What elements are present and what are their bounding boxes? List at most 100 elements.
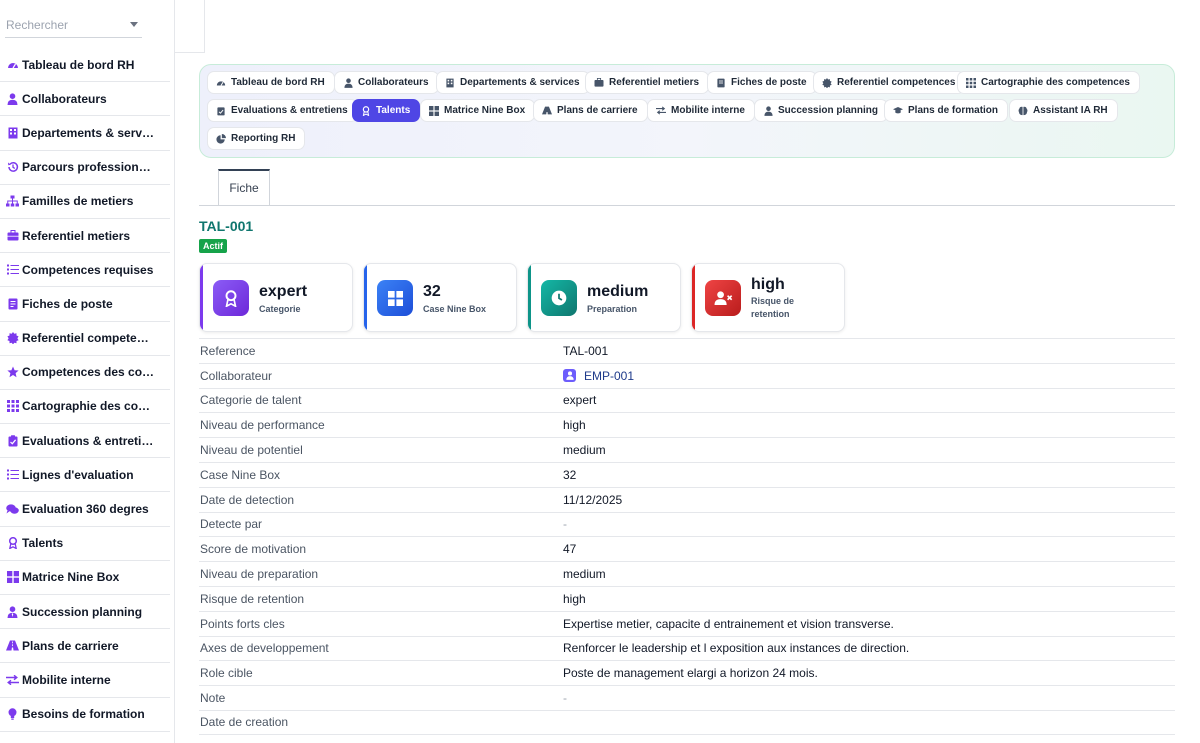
tab-departements[interactable]: Departements & services [436, 71, 590, 94]
sidebar-item-label: Cartographie des co… [22, 399, 151, 414]
sidebar-item-talents[interactable]: Talents [0, 527, 170, 561]
tab-fiche[interactable]: Fiche [218, 169, 270, 205]
sidebar-item-referentiel-metiers[interactable]: Referentiel metiers [0, 219, 170, 254]
briefcase-icon [594, 78, 604, 88]
building-icon [6, 126, 19, 139]
grid-icon [966, 77, 976, 88]
kpi-caption: Preparation [587, 304, 638, 314]
search-select[interactable]: Rechercher [5, 12, 142, 38]
tab-label: Referentiel metiers [609, 77, 700, 88]
sidebar-item-evaluations[interactable]: Evaluations & entreti… [0, 424, 170, 459]
tab-assistant-ia[interactable]: Assistant IA RH [1009, 99, 1118, 122]
tab-evaluations[interactable]: Evaluations & entretiens [207, 99, 358, 122]
detail-row-risque-retention: Risque de retention high [199, 585, 1175, 611]
list-icon [6, 263, 19, 276]
clipboard-icon [216, 106, 226, 116]
collaborateur-link[interactable]: EMP-001 [563, 369, 634, 383]
certificate-icon [822, 77, 832, 88]
sidebar-item-matrice-nine-box[interactable]: Matrice Nine Box [0, 561, 170, 595]
detail-row-potentiel: Niveau de potentiel medium [199, 437, 1175, 462]
detail-row-axes-developpement: Axes de developpement Renforcer le leader… [199, 635, 1175, 661]
field-label: Niveau de potentiel [200, 443, 303, 458]
field-label: Date de detection [200, 492, 295, 507]
sidebar-item-succession-planning[interactable]: Succession planning [0, 595, 170, 630]
field-label: Collaborateur [200, 368, 273, 383]
tab-label: Referentiel competences [837, 77, 956, 88]
tab-referentiel-competences[interactable]: Referentiel competences [813, 71, 966, 94]
sidebar-item-tableau-de-bord[interactable]: Tableau de bord RH [0, 48, 170, 83]
tab-label: Departements & services [460, 77, 580, 88]
field-value: - [563, 517, 567, 532]
tab-fiches-poste[interactable]: Fiches de poste [707, 71, 817, 94]
sitemap-icon [6, 195, 19, 208]
detail-row-motivation: Score de motivation 47 [199, 536, 1175, 561]
tab-mobilite-interne[interactable]: Mobilite interne [647, 99, 755, 122]
record-title: TAL-001 [199, 218, 254, 234]
field-label: Reference [200, 343, 256, 358]
field-label: Date de creation [200, 715, 289, 730]
tab-label: Cartographie des competences [981, 77, 1130, 88]
sidebar-item-collaborateurs[interactable]: Collaborateurs [0, 82, 170, 117]
tab-label: Matrice Nine Box [444, 105, 526, 116]
search-placeholder: Rechercher [6, 17, 69, 32]
sidebar-item-plans-carriere[interactable]: Plans de carriere [0, 629, 170, 664]
user-icon [343, 77, 353, 88]
tab-label: Plans de formation [908, 105, 999, 116]
sidebar-item-parcours[interactable]: Parcours profession… [0, 151, 170, 185]
field-label: Axes de developpement [200, 641, 329, 656]
sidebar-item-lignes-evaluation[interactable]: Lignes d'evaluation [0, 458, 170, 493]
user-x-icon [705, 280, 741, 316]
field-label: Role cible [200, 666, 253, 681]
tab-label: Mobilite interne [671, 105, 745, 116]
detail-row-date-creation: Date de creation [199, 709, 1175, 735]
tab-plans-carriere[interactable]: Plans de carriere [533, 99, 648, 122]
tab-succession-planning[interactable]: Succession planning [754, 99, 889, 122]
sidebar-item-competences-requises[interactable]: Competences requises [0, 253, 170, 288]
sidebar-item-label: Succession planning [22, 604, 143, 619]
tab-matrice-nine-box[interactable]: Matrice Nine Box [420, 99, 536, 122]
tab-collaborateurs[interactable]: Collaborateurs [334, 71, 439, 94]
tab-label: Evaluations & entretiens [231, 105, 348, 116]
kpi-accent-bar [364, 264, 367, 331]
tab-talents[interactable]: Talents [352, 99, 421, 122]
detail-row-categorie: Categorie de talent expert [199, 387, 1175, 413]
sidebar-item-mobilite-interne[interactable]: Mobilite interne [0, 663, 170, 698]
tab-label: Collaborateurs [358, 77, 429, 88]
tab-cartographie[interactable]: Cartographie des competences [957, 71, 1140, 94]
detail-table: Reference TAL-001 Collaborateur EMP-001 Ca… [199, 338, 1175, 735]
grid-icon [6, 571, 19, 584]
field-value: medium [563, 443, 606, 458]
detail-row-nine-box: Case Nine Box 32 [199, 461, 1175, 487]
tab-reporting[interactable]: Reporting RH [207, 127, 306, 150]
sidebar-nav: Tableau de bord RH Collaborateurs Depart… [0, 48, 170, 732]
top-corner-panel [175, 0, 205, 53]
sidebar: Rechercher Tableau de bord RH Collaborat… [0, 0, 175, 743]
tab-tableau-de-bord[interactable]: Tableau de bord RH [207, 71, 335, 94]
sidebar-item-besoins-formation[interactable]: Besoins de formation [0, 698, 170, 732]
briefcase-icon [6, 229, 19, 242]
sidebar-item-competences-collaborateurs[interactable]: Competences des co… [0, 356, 170, 390]
sidebar-item-fiches-poste[interactable]: Fiches de poste [0, 287, 170, 322]
sidebar-item-departements[interactable]: Departements & serv… [0, 116, 170, 151]
tab-plans-formation[interactable]: Plans de formation [884, 99, 1009, 122]
sidebar-item-evaluation-360[interactable]: Evaluation 360 degres [0, 492, 170, 527]
file-icon [716, 78, 726, 88]
sidebar-item-label: Evaluation 360 degres [22, 502, 149, 517]
arrows-icon [656, 106, 666, 116]
road-icon [6, 639, 19, 652]
chevron-down-icon[interactable] [130, 22, 138, 27]
sidebar-item-label: Mobilite interne [22, 672, 111, 687]
file-icon [6, 297, 19, 310]
collaborateur-link-text: EMP-001 [584, 368, 635, 383]
field-value: 32 [563, 467, 577, 482]
sidebar-item-referentiel-competences[interactable]: Referentiel compete… [0, 322, 170, 356]
sidebar-item-label: Departements & serv… [22, 125, 155, 140]
status-badge: Actif [199, 239, 227, 253]
dashboard-icon [216, 78, 226, 88]
field-value: high [563, 591, 586, 606]
detail-row-performance: Niveau de performance high [199, 412, 1175, 437]
sidebar-item-cartographie[interactable]: Cartographie des co… [0, 390, 170, 425]
sidebar-item-familles-metiers[interactable]: Familles de metiers [0, 185, 170, 219]
kpi-card-nine-box: 32 Case Nine Box [363, 263, 517, 332]
tab-referentiel-metiers[interactable]: Referentiel metiers [585, 71, 710, 94]
